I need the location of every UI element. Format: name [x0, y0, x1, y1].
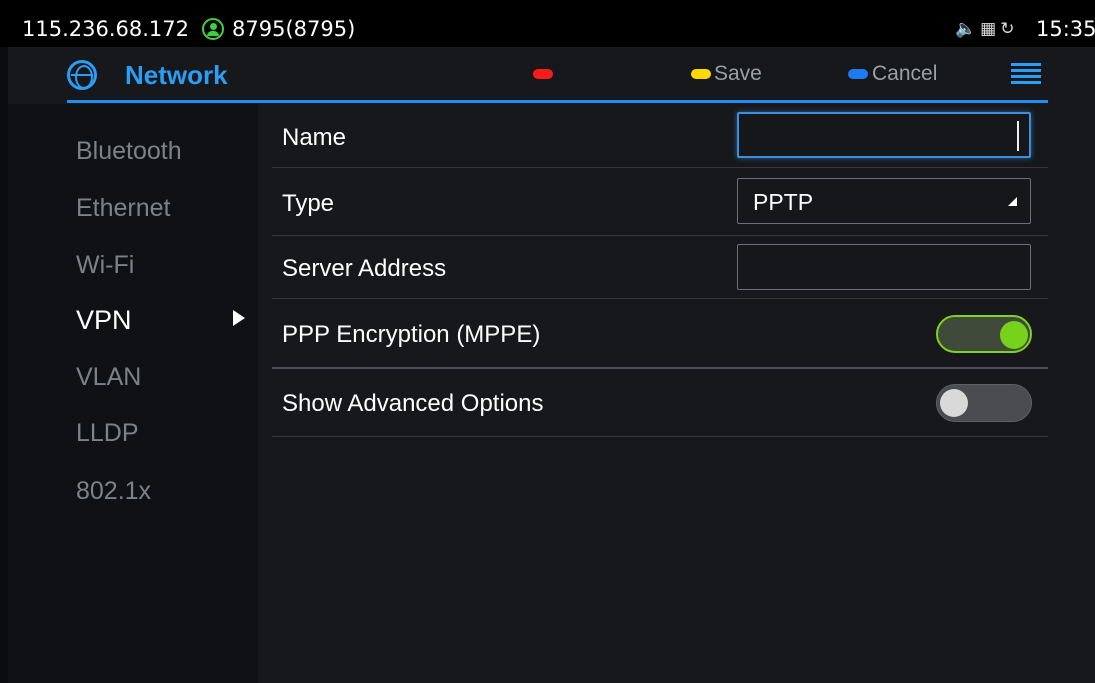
selected-arrow-icon [233, 310, 245, 326]
save-softkey-dot[interactable] [691, 69, 711, 79]
account-icon [202, 18, 224, 40]
advanced-options-label: Show Advanced Options [282, 390, 544, 417]
name-input[interactable] [737, 112, 1031, 158]
server-address-label: Server Address [282, 255, 447, 282]
server-address-input[interactable] [737, 244, 1031, 290]
sidebar-item-ethernet[interactable]: Ethernet [76, 194, 171, 223]
sync-icon: ↻ [1000, 19, 1019, 39]
header-divider [67, 100, 1048, 103]
type-label: Type [282, 190, 335, 217]
type-select[interactable]: PPTP [737, 178, 1031, 224]
dropdown-caret-icon [1008, 197, 1017, 206]
sim-icon: ▦ [980, 19, 1001, 39]
row-divider [272, 298, 1048, 299]
toggle-knob [1000, 321, 1028, 349]
status-bar: 115.236.68.172 8795(8795) 🔈▦↻ 15:35 [0, 0, 1095, 47]
cancel-softkey-dot[interactable] [848, 69, 868, 79]
sidebar-item-8021x[interactable]: 802.1x [76, 477, 151, 506]
volume-icon: 🔈 [955, 19, 981, 39]
type-value: PPTP [753, 189, 814, 215]
sidebar-item-wifi[interactable]: Wi-Fi [76, 251, 134, 280]
ip-address: 115.236.68.172 [22, 17, 189, 41]
sidebar-item-bluetooth[interactable]: Bluetooth [76, 137, 182, 166]
sidebar-item-vlan[interactable]: VLAN [76, 363, 141, 392]
sidebar [8, 104, 258, 683]
save-button[interactable]: Save [714, 62, 762, 86]
ppp-encryption-label: PPP Encryption (MPPE) [282, 321, 541, 348]
row-divider [272, 167, 1048, 168]
screen: 115.236.68.172 8795(8795) 🔈▦↻ 15:35 Netw… [0, 0, 1095, 683]
sidebar-item-lldp[interactable]: LLDP [76, 419, 139, 448]
clock: 15:35 [1036, 17, 1095, 41]
row-divider [272, 436, 1048, 437]
menu-icon[interactable] [1011, 63, 1041, 85]
advanced-options-toggle[interactable] [936, 384, 1032, 422]
globe-icon [67, 60, 97, 90]
cancel-button[interactable]: Cancel [872, 62, 937, 86]
name-label: Name [282, 124, 347, 151]
page-title: Network [125, 60, 228, 90]
row-divider [272, 235, 1048, 236]
account-number: 8795(8795) [232, 17, 356, 41]
sidebar-item-vpn[interactable]: VPN [76, 305, 132, 336]
text-cursor [1017, 121, 1019, 151]
red-softkey[interactable] [533, 69, 553, 79]
toggle-knob [940, 389, 968, 417]
row-divider [272, 367, 1048, 369]
ppp-encryption-toggle[interactable] [936, 315, 1032, 353]
